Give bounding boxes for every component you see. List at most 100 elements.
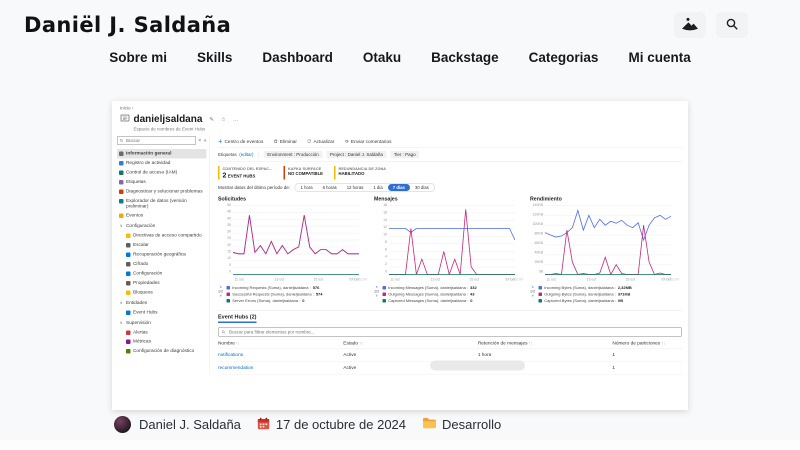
y-tick-label: 12 <box>374 226 387 230</box>
column-header-nombre[interactable]: Nombre↑↓ <box>218 341 343 347</box>
chevron-down-icon: ∨ <box>119 224 124 229</box>
sidebar-item-cifrado[interactable]: Cifrado <box>124 260 207 269</box>
sidebar-item-label: Recuperación geográfica <box>133 252 186 257</box>
nav-item-dashboard[interactable]: Dashboard <box>262 50 333 65</box>
post-category[interactable]: Desarrollo <box>442 417 501 432</box>
sidebar-item-metricas[interactable]: Métricas <box>124 337 207 346</box>
more-icon[interactable]: … <box>233 116 239 122</box>
nav-item-categorias[interactable]: Categorias <box>529 50 599 65</box>
x-tick-label: 13 oct <box>587 278 597 282</box>
breadcrumb-home-link[interactable]: Inicio <box>120 106 131 111</box>
event-hub-filter-input[interactable] <box>228 329 679 335</box>
card-contenido-del-espac: CONTENIDO DEL ESPAC...2EVENT HUBS <box>218 166 277 180</box>
sidebar-item-label: Alertas <box>133 330 148 335</box>
page-down-icon[interactable]: ∨ <box>219 294 222 298</box>
legend-item: Outgoing Bytes (Suma), danieljsaldana : … <box>539 292 679 297</box>
x-tick-label: 15 oct <box>469 278 479 282</box>
sidebar-item-label: Explorador de datos (versión preliminar) <box>126 198 205 209</box>
toolbar-enviar-comentarios[interactable]: Enviar comentarios <box>344 139 391 145</box>
event-hub-link[interactable]: notifications <box>218 352 343 358</box>
sidebar-item-propiedades[interactable]: Propiedades <box>124 278 207 287</box>
sidebar-item-recuperacion-geografica[interactable]: Recuperación geográfica <box>124 250 207 259</box>
y-tick-label: 140KB <box>530 204 543 208</box>
tags-colon: : <box>258 152 259 157</box>
card-value: HABILITADO <box>339 171 365 176</box>
time-range-12-horas[interactable]: 12 horas <box>342 184 369 191</box>
column-header-numero-de-particiones[interactable]: Número de particiones↑↓ <box>612 341 682 347</box>
resource-menu: Información general Registro de actividad… <box>117 149 207 356</box>
sidebar-item-diagnosticar-y-solucionar-problemas[interactable]: Diagnosticar y solucionar problemas <box>117 187 207 196</box>
sidebar-group-supervision[interactable]: ∨Supervisión <box>117 318 207 327</box>
series-color-swatch <box>383 286 387 290</box>
resource-titlebar: danieljsaldana ✎ ☆ … <box>112 111 688 126</box>
author-avatar <box>114 416 131 433</box>
edit-icon[interactable]: ✎ <box>209 116 214 123</box>
collapse-sidebar-icon[interactable]: « <box>204 138 207 144</box>
cropped-overlay <box>430 361 525 371</box>
sidebar-item-configuracion[interactable]: Configuración <box>124 269 207 278</box>
chart-y-axis: 181614121086420 <box>374 204 389 274</box>
event-hub-link[interactable]: recommendation <box>218 365 343 371</box>
column-header-retencion-de-mensajes[interactable]: Retención de mensajes↑↓ <box>478 341 613 347</box>
nav-item-otaku[interactable]: Otaku <box>363 50 401 65</box>
chevron-down-icon: ∨ <box>119 300 124 305</box>
y-tick-label: 10 <box>374 233 387 237</box>
search-button[interactable] <box>716 12 748 38</box>
post-author[interactable]: Daniel J. Saldaña <box>139 417 241 432</box>
toolbar-centro-de-eventos[interactable]: Centro de eventos <box>218 139 263 145</box>
sidebar-item-label: Registro de actividad <box>126 160 170 165</box>
time-range-1-dia[interactable]: 1 día <box>368 184 387 191</box>
sort-arrows-icon: ↑↓ <box>359 341 363 346</box>
sidebar-item-escalar[interactable]: Escalar <box>124 241 207 250</box>
events-icon <box>119 214 124 219</box>
portal-body: × « Información general Registro de activ… <box>112 135 688 375</box>
favorite-icon[interactable]: ☆ <box>221 116 226 123</box>
toolbar-eliminar[interactable]: Eliminar <box>273 139 297 145</box>
sidebar-item-eventos[interactable]: Eventos <box>117 211 207 220</box>
sidebar-group-configuracion[interactable]: ∨Configuración <box>117 222 207 231</box>
site-logo[interactable]: Daniël J. Saldaña <box>24 13 231 37</box>
time-range-7-dias[interactable]: 7 días <box>388 184 410 191</box>
site-header: Daniël J. Saldaña Sobre mi Skills Dashboar… <box>0 0 800 80</box>
nav-item-mi-cuenta[interactable]: Mi cuenta <box>628 50 690 65</box>
time-range-6-horas[interactable]: 6 horas <box>318 184 342 191</box>
sidebar-search[interactable] <box>117 136 196 145</box>
column-header-estado[interactable]: Estado↑↓ <box>343 341 478 347</box>
y-tick-label: 2 <box>374 263 387 267</box>
event-hubs-namespace-icon <box>120 113 130 126</box>
time-range-1-hora[interactable]: 1 hora <box>296 184 318 191</box>
nav-item-skills[interactable]: Skills <box>197 50 232 65</box>
time-range-30-dias[interactable]: 30 días <box>410 184 434 191</box>
mountain-icon-button[interactable] <box>674 12 706 38</box>
sidebar-item-registro-de-actividad[interactable]: Registro de actividad <box>117 158 207 167</box>
nav-item-backstage[interactable]: Backstage <box>431 50 499 65</box>
page-down-icon[interactable]: ∨ <box>531 294 534 298</box>
sidebar-item-configuracion-de-diagnostico[interactable]: Configuración de diagnóstico <box>124 347 207 356</box>
sidebar-item-control-de-acceso-iam[interactable]: Control de acceso (IAM) <box>117 168 207 177</box>
encryption-icon <box>126 262 131 267</box>
event-hubs-icon <box>126 310 131 315</box>
sidebar-item-event-hubs[interactable]: Event Hubs <box>124 308 207 317</box>
sidebar-item-informacion-general[interactable]: Información general <box>117 149 207 158</box>
tags-label: Etiquetas <box>218 152 237 157</box>
sidebar-item-explorador-de-datos-version-preliminar[interactable]: Explorador de datos (versión preliminar) <box>117 196 207 211</box>
nav-item-sobre-mi[interactable]: Sobre mi <box>109 50 167 65</box>
clear-search-icon[interactable]: × <box>198 138 201 144</box>
tags-edit-link[interactable]: (editar) <box>239 152 253 157</box>
sidebar-item-directivas-de-acceso-compartido[interactable]: Directivas de acceso compartido <box>124 231 207 240</box>
sidebar-item-etiquetas[interactable]: Etiquetas <box>117 177 207 186</box>
sidebar-item-bloqueos[interactable]: Bloqueos <box>124 288 207 297</box>
sidebar-item-alertas[interactable]: Alertas <box>124 328 207 337</box>
sidebar-item-label: Configuración <box>126 224 155 229</box>
tag-chip: Project : Daniel J. Saldaña <box>326 151 386 158</box>
sidebar-search-input[interactable] <box>125 138 193 144</box>
chart-title: Mensajes <box>374 196 523 202</box>
card-value: EVENT HUBS <box>228 174 255 179</box>
page-down-icon[interactable]: ∨ <box>375 294 378 298</box>
toolbar-actualizar[interactable]: Actualizar <box>307 139 334 145</box>
sidebar-group-entidades[interactable]: ∨Entidades <box>117 298 207 307</box>
card-value: NO COMPATIBLE <box>288 171 323 176</box>
series-color-swatch <box>383 293 387 297</box>
resource-title: danieljsaldana <box>134 114 203 126</box>
event-hub-filter[interactable] <box>218 328 682 337</box>
